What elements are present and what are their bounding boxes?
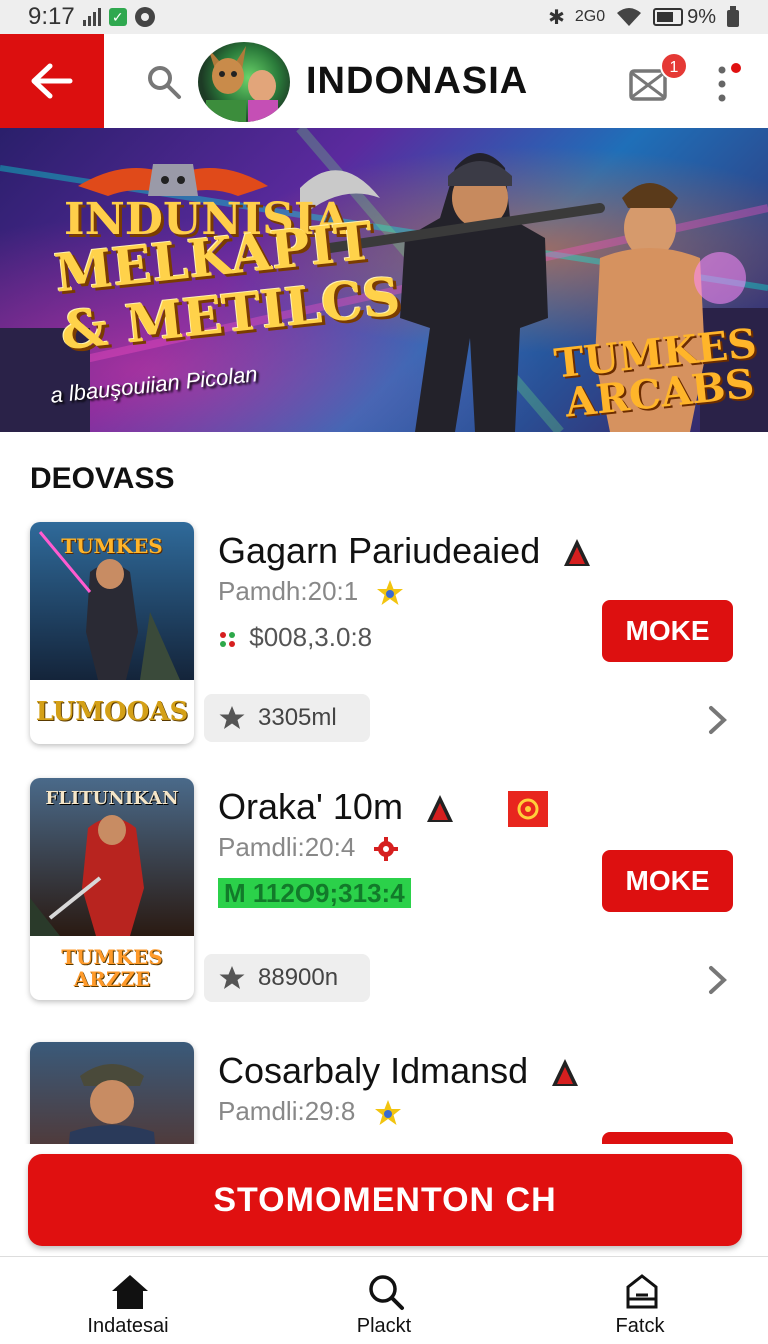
app-header: INDONASIA 1 (0, 34, 768, 128)
star-outline-icon (219, 966, 245, 989)
game-thumbnail[interactable] (30, 1042, 194, 1144)
battery-indicator: 9% (653, 6, 716, 29)
count-pill[interactable]: 3305ml (204, 694, 370, 742)
game-price: $008,3.0:8 (249, 622, 373, 652)
thumb-label: LUMOOAS (35, 697, 189, 727)
banner-arcade-logo: TUMKES ARCABS (551, 319, 759, 427)
nav-item-bag[interactable]: Fatck (540, 1257, 740, 1344)
game-price-row: M 112O9;313:4 (218, 878, 411, 909)
game-thumbnail[interactable]: TUMKES LUMOOAS (30, 522, 194, 744)
storage-icon (727, 6, 739, 27)
game-title: Cosarbaly Idmansd (218, 1050, 529, 1091)
alert-bell-icon (564, 539, 591, 567)
chevron-right-icon[interactable] (706, 702, 730, 738)
game-title: Oraka' 10m (218, 786, 403, 827)
search-icon (369, 1275, 404, 1310)
battery-percent: 9% (687, 5, 716, 28)
character-avatar-icon (206, 46, 278, 122)
game-meta-row: Pamdli:20:4 (218, 832, 399, 863)
thumb-label: TUMKES ARZZE (61, 945, 163, 991)
game-meta-row: Pamdli:29:8 (218, 1096, 403, 1128)
game-title-row: Oraka' 10m (218, 786, 549, 828)
record-icon (134, 7, 155, 27)
signal-icon (82, 8, 101, 26)
star-outline-icon (219, 706, 245, 729)
nav-label: Indatesai (87, 1315, 169, 1337)
moke-button[interactable]: MOKE (602, 600, 733, 662)
promo-banner[interactable]: INDUNISIA MELKAPIT & METILCS a lbauşouii… (0, 128, 768, 432)
moke-button[interactable]: MOKE (602, 850, 733, 912)
count-value: 88900n (258, 964, 339, 991)
gear-icon (373, 837, 398, 862)
battery-icon (653, 8, 684, 26)
home-icon (112, 1275, 148, 1309)
section-title: DEOVASS (30, 462, 175, 495)
count-pill[interactable]: 88900n (204, 954, 370, 1002)
avatar[interactable] (198, 42, 290, 122)
alert-bell-icon (426, 795, 453, 823)
game-meta: Pamdli:29:8 (218, 1096, 356, 1126)
nav-item-search[interactable]: Plackt (284, 1257, 484, 1344)
star-icon (374, 1100, 401, 1126)
bluetooth-icon: ✱ (548, 6, 565, 29)
list-item[interactable]: TUMKES LUMOOAS Gagarn Pariudeaied Pamdh:… (0, 522, 768, 762)
game-art-icon (30, 1042, 194, 1144)
sun-badge-icon (507, 791, 548, 828)
search-icon[interactable] (146, 64, 182, 100)
count-value: 3305ml (258, 704, 337, 731)
list-item[interactable]: FLITUNIKAN TUMKES ARZZE Oraka' 10m Pamdl… (0, 778, 768, 1018)
network-type-label: 2G0 (574, 8, 606, 25)
status-time: 9:17 (28, 3, 75, 30)
back-button[interactable] (0, 34, 104, 128)
game-price-row: $008,3.0:8 (218, 622, 372, 653)
nav-item-home[interactable]: Indatesai (28, 1257, 228, 1344)
cta-container: STOMOMENTON CH (0, 1144, 768, 1256)
moke-button[interactable] (602, 1132, 733, 1144)
list-item[interactable]: Cosarbaly Idmansd Pamdli:29:8 (0, 1042, 768, 1144)
star-icon (377, 580, 404, 606)
primary-cta-button[interactable]: STOMOMENTON CH (28, 1154, 742, 1246)
game-title-row: Gagarn Pariudeaied (218, 530, 594, 572)
bottom-nav: Indatesai Plackt Fatck (0, 1256, 768, 1344)
check-icon: ✓ (108, 8, 127, 26)
bag-icon (626, 1274, 658, 1309)
status-bar: 9:17 ✓ ✱ 2G0 9% (0, 0, 768, 34)
game-list-panel: DEOVASS TUMKES LUMOOAS Gagarn Pariudeaie… (0, 432, 768, 1144)
thumb-top-text: FLITUNIKAN (45, 788, 179, 809)
game-meta-row: Pamdh:20:1 (218, 576, 405, 608)
page-title: INDONASIA (306, 60, 529, 102)
alert-bell-icon (552, 1059, 579, 1087)
nav-label: Fatck (615, 1315, 665, 1337)
thumb-top-text: TUMKES (61, 534, 163, 558)
game-thumbnail[interactable]: FLITUNIKAN TUMKES ARZZE (30, 778, 194, 1000)
dots-icon (220, 632, 235, 648)
game-title: Gagarn Pariudeaied (218, 530, 541, 571)
wifi-icon (617, 8, 642, 26)
nav-label: Plackt (356, 1315, 412, 1337)
arrow-left-icon (31, 63, 73, 99)
game-price: M 112O9;313:4 (218, 878, 411, 908)
chevron-right-icon[interactable] (706, 962, 730, 998)
game-meta: Pamdh:20:1 (218, 576, 359, 606)
notification-badge: 1 (660, 52, 688, 80)
game-meta: Pamdli:20:4 (218, 832, 356, 862)
game-title-row: Cosarbaly Idmansd (218, 1050, 582, 1092)
more-options-icon[interactable] (712, 62, 742, 106)
